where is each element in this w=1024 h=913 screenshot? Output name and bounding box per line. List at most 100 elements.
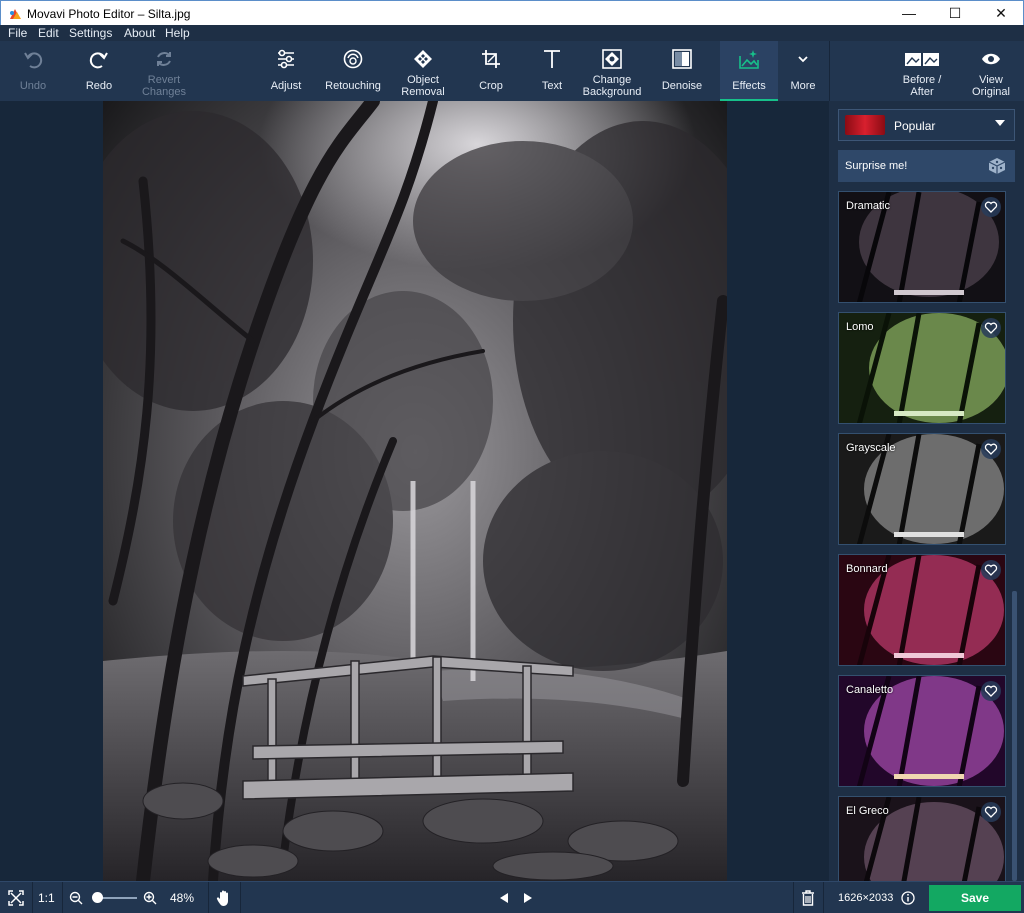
menu-help[interactable]: Help bbox=[165, 26, 190, 40]
photo-canvas[interactable] bbox=[0, 101, 829, 881]
menu-settings[interactable]: Settings bbox=[69, 26, 112, 40]
tool-text[interactable]: Text bbox=[527, 41, 577, 101]
view-original-label-1: View bbox=[979, 74, 1003, 86]
toolbar-divider bbox=[829, 41, 830, 101]
effect-canaletto[interactable]: Canaletto bbox=[838, 675, 1006, 787]
effect-lomo[interactable]: Lomo bbox=[838, 312, 1006, 424]
effects-scrollbar[interactable] bbox=[1012, 191, 1017, 881]
heart-icon[interactable] bbox=[981, 197, 1001, 217]
view-original-button[interactable]: View Original bbox=[963, 41, 1019, 101]
redo-icon bbox=[89, 52, 108, 69]
change-background-icon bbox=[602, 49, 622, 69]
bottom-bar: 1:1 48% 1626×2033 Save bbox=[0, 881, 1024, 913]
denoise-icon bbox=[672, 49, 692, 69]
hand-pan-icon[interactable] bbox=[216, 889, 232, 907]
category-thumbnail bbox=[845, 115, 885, 135]
heart-icon[interactable] bbox=[981, 681, 1001, 701]
effect-name: El Greco bbox=[846, 805, 889, 817]
dice-icon bbox=[988, 158, 1006, 174]
object-removal-label-1: Object bbox=[407, 74, 439, 86]
zoom-slider-handle[interactable] bbox=[91, 892, 103, 903]
effects-panel: Popular Surprise me! Dramatic Lomo Grays… bbox=[829, 101, 1024, 881]
previous-image-icon[interactable] bbox=[498, 892, 510, 904]
effect-name: Bonnard bbox=[846, 563, 888, 575]
effect-dramatic[interactable]: Dramatic bbox=[838, 191, 1006, 303]
heart-icon[interactable] bbox=[981, 318, 1001, 338]
effect-name: Canaletto bbox=[846, 684, 894, 696]
surprise-me-label: Surprise me! bbox=[845, 160, 908, 172]
tool-crop[interactable]: Crop bbox=[466, 41, 516, 101]
save-button[interactable]: Save bbox=[929, 885, 1021, 911]
toolbar: Undo Redo Revert Changes Adjust Retouchi… bbox=[0, 41, 1024, 101]
heart-icon[interactable] bbox=[981, 439, 1001, 459]
category-value: Popular bbox=[894, 119, 936, 133]
view-original-label-2: Original bbox=[972, 86, 1010, 98]
forest-bridge-photo bbox=[103, 101, 727, 881]
heart-icon[interactable] bbox=[981, 802, 1001, 822]
revert-label-1: Revert bbox=[147, 74, 181, 86]
zoom-percentage: 48% bbox=[170, 891, 195, 905]
before-after-label-2: After bbox=[910, 86, 934, 98]
object-removal-icon bbox=[414, 50, 432, 68]
menu-about[interactable]: About bbox=[124, 26, 155, 40]
text-label: Text bbox=[541, 80, 563, 92]
redo-label: Redo bbox=[85, 80, 113, 92]
more-label: More bbox=[790, 80, 816, 92]
next-image-icon[interactable] bbox=[522, 892, 534, 904]
denoise-label: Denoise bbox=[661, 80, 703, 92]
change-background-label-1: Change bbox=[592, 74, 632, 86]
tool-object-removal[interactable]: Object Removal bbox=[394, 41, 452, 101]
effect-bonnard[interactable]: Bonnard bbox=[838, 554, 1006, 666]
undo-button[interactable]: Undo bbox=[5, 41, 61, 101]
redo-button[interactable]: Redo bbox=[71, 41, 127, 101]
effect-name: Grayscale bbox=[846, 442, 896, 454]
crop-icon bbox=[482, 50, 500, 68]
effect-el-greco[interactable]: El Greco bbox=[838, 796, 1006, 881]
text-icon bbox=[544, 50, 560, 68]
window-title: Movavi Photo Editor – Silta.jpg bbox=[27, 7, 191, 21]
effect-category-dropdown[interactable]: Popular bbox=[838, 109, 1015, 141]
maximize-button[interactable]: ☐ bbox=[932, 1, 978, 26]
tool-effects[interactable]: Effects bbox=[720, 41, 778, 101]
sliders-icon bbox=[278, 49, 294, 69]
revert-label-2: Changes bbox=[141, 86, 187, 98]
fit-screen-icon[interactable] bbox=[8, 890, 24, 906]
revert-changes-button[interactable]: Revert Changes bbox=[134, 41, 194, 101]
app-logo-icon bbox=[10, 9, 21, 19]
before-after-button[interactable]: Before / After bbox=[895, 41, 949, 101]
more-button[interactable]: More bbox=[781, 41, 825, 101]
zoom-out-icon[interactable] bbox=[69, 891, 83, 905]
scrollbar-thumb[interactable] bbox=[1012, 591, 1017, 881]
effect-name: Lomo bbox=[846, 321, 874, 333]
change-background-label-2: Background bbox=[582, 86, 642, 98]
image-dimensions: 1626×2033 bbox=[838, 892, 894, 904]
crop-label: Crop bbox=[479, 80, 503, 92]
before-after-label-1: Before / bbox=[902, 74, 942, 86]
effects-icon bbox=[739, 50, 759, 69]
effects-label: Effects bbox=[732, 80, 766, 92]
zoom-in-icon[interactable] bbox=[143, 891, 157, 905]
effects-list: Dramatic Lomo Grayscale Bonnard Canalett… bbox=[838, 191, 1006, 881]
before-after-icon bbox=[905, 53, 939, 66]
surprise-me-button[interactable]: Surprise me! bbox=[838, 150, 1015, 182]
actual-size-button[interactable]: 1:1 bbox=[38, 882, 55, 913]
info-icon[interactable] bbox=[901, 891, 915, 905]
chevron-down-icon bbox=[798, 56, 808, 63]
menu-bar: File Edit Settings About Help bbox=[0, 25, 1024, 41]
menu-edit[interactable]: Edit bbox=[38, 26, 59, 40]
tool-change-background[interactable]: Change Background bbox=[578, 41, 646, 101]
effect-grayscale[interactable]: Grayscale bbox=[838, 433, 1006, 545]
tool-denoise[interactable]: Denoise bbox=[655, 41, 709, 101]
tool-adjust[interactable]: Adjust bbox=[258, 41, 314, 101]
heart-icon[interactable] bbox=[981, 560, 1001, 580]
trash-icon[interactable] bbox=[801, 890, 815, 906]
menu-file[interactable]: File bbox=[8, 26, 27, 40]
retouching-label: Retouching bbox=[325, 80, 381, 92]
adjust-label: Adjust bbox=[270, 80, 302, 92]
effect-name: Dramatic bbox=[846, 200, 891, 212]
tool-retouching[interactable]: Retouching bbox=[320, 41, 386, 101]
photo-preview[interactable] bbox=[103, 101, 727, 881]
minimize-button[interactable]: — bbox=[886, 1, 932, 26]
undo-label: Undo bbox=[19, 80, 47, 92]
close-button[interactable]: ✕ bbox=[978, 1, 1024, 26]
